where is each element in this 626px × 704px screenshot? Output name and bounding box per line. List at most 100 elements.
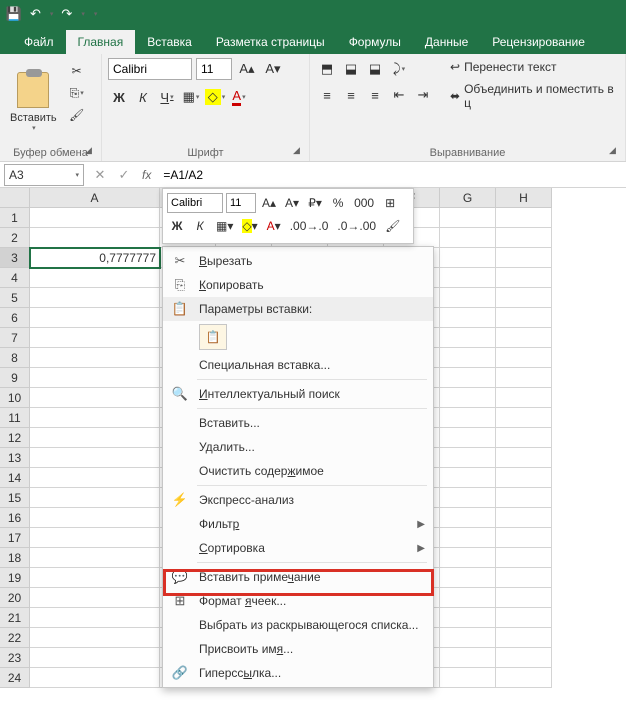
row-header-21[interactable]: 21: [0, 608, 30, 628]
align-top-icon[interactable]: ⬒: [316, 58, 338, 80]
wrap-text-button[interactable]: ↩Перенести текст: [446, 58, 619, 76]
cell-H14[interactable]: [496, 468, 552, 488]
cell-H7[interactable]: [496, 328, 552, 348]
save-icon[interactable]: 💾: [6, 6, 22, 22]
row-header-13[interactable]: 13: [0, 448, 30, 468]
accept-formula-icon[interactable]: ✓: [112, 164, 136, 186]
row-header-5[interactable]: 5: [0, 288, 30, 308]
row-header-7[interactable]: 7: [0, 328, 30, 348]
shrink-font-icon[interactable]: A▾: [262, 58, 284, 80]
row-header-15[interactable]: 15: [0, 488, 30, 508]
cell-G3[interactable]: [440, 248, 496, 268]
cell-A17[interactable]: [30, 528, 160, 548]
qat-customize[interactable]: ▾: [94, 10, 98, 18]
cm-clear[interactable]: Очистить содержимое: [163, 459, 433, 483]
cell-G4[interactable]: [440, 268, 496, 288]
cm-cut[interactable]: ✂ВВырезатьырезать: [163, 249, 433, 273]
row-header-12[interactable]: 12: [0, 428, 30, 448]
font-color-button[interactable]: A▾: [228, 86, 250, 108]
cell-H6[interactable]: [496, 308, 552, 328]
cell-G20[interactable]: [440, 588, 496, 608]
cell-H19[interactable]: [496, 568, 552, 588]
grow-font-icon[interactable]: A▴: [236, 58, 258, 80]
cell-A5[interactable]: [30, 288, 160, 308]
cell-A13[interactable]: [30, 448, 160, 468]
cell-G15[interactable]: [440, 488, 496, 508]
col-header-H[interactable]: H: [496, 188, 552, 208]
mt-inc-decimal-icon[interactable]: .0→.00: [334, 216, 379, 236]
cell-G16[interactable]: [440, 508, 496, 528]
cell-A16[interactable]: [30, 508, 160, 528]
cell-H22[interactable]: [496, 628, 552, 648]
align-right-icon[interactable]: ≡: [364, 84, 386, 106]
row-header-1[interactable]: 1: [0, 208, 30, 228]
row-header-9[interactable]: 9: [0, 368, 30, 388]
cell-A7[interactable]: [30, 328, 160, 348]
cell-G18[interactable]: [440, 548, 496, 568]
cm-sort[interactable]: Сортировка▶: [163, 536, 433, 560]
cell-A9[interactable]: [30, 368, 160, 388]
alignment-launcher[interactable]: ◢: [609, 145, 623, 159]
paste-dropdown[interactable]: ▾: [32, 124, 36, 132]
cell-H23[interactable]: [496, 648, 552, 668]
cell-G24[interactable]: [440, 668, 496, 688]
cell-G19[interactable]: [440, 568, 496, 588]
row-header-16[interactable]: 16: [0, 508, 30, 528]
row-header-14[interactable]: 14: [0, 468, 30, 488]
mt-bold[interactable]: Ж: [167, 216, 187, 236]
format-painter-icon[interactable]: 🖌: [67, 106, 87, 124]
row-header-4[interactable]: 4: [0, 268, 30, 288]
mt-format-painter-icon[interactable]: 🖌: [382, 216, 403, 236]
cell-A15[interactable]: [30, 488, 160, 508]
align-middle-icon[interactable]: ⬓: [340, 58, 362, 80]
mt-border-icon[interactable]: ▦▾: [213, 216, 236, 236]
mt-italic[interactable]: К: [190, 216, 210, 236]
merge-button[interactable]: ⬌Объединить и поместить в ц: [446, 80, 619, 112]
font-name-select[interactable]: [108, 58, 192, 80]
cell-A8[interactable]: [30, 348, 160, 368]
orientation-icon[interactable]: ⤸▾: [388, 58, 410, 80]
formula-input[interactable]: [157, 164, 626, 186]
mt-percent-icon[interactable]: %: [328, 193, 348, 213]
cell-A14[interactable]: [30, 468, 160, 488]
cell-G10[interactable]: [440, 388, 496, 408]
cell-A24[interactable]: [30, 668, 160, 688]
cm-insert[interactable]: Вставить...: [163, 411, 433, 435]
undo-icon[interactable]: ↶: [30, 6, 41, 22]
tab-home[interactable]: Главная: [66, 30, 136, 54]
mt-font-color-icon[interactable]: A▾: [264, 216, 284, 236]
cell-H2[interactable]: [496, 228, 552, 248]
cell-A6[interactable]: [30, 308, 160, 328]
cm-insert-comment[interactable]: 💬Вставить примечание: [163, 565, 433, 589]
mt-dec-decimal-icon[interactable]: .00→.0: [287, 216, 332, 236]
mt-accounting-icon[interactable]: ₽▾: [305, 193, 325, 213]
cell-G5[interactable]: [440, 288, 496, 308]
cell-G7[interactable]: [440, 328, 496, 348]
italic-button[interactable]: К: [132, 86, 154, 108]
mt-format-icon[interactable]: ⊞: [380, 193, 400, 213]
row-header-17[interactable]: 17: [0, 528, 30, 548]
undo-dropdown[interactable]: ▾: [50, 10, 54, 18]
bold-button[interactable]: Ж: [108, 86, 130, 108]
cut-icon[interactable]: ✂: [67, 62, 87, 80]
mt-fill-icon[interactable]: ◇▾: [239, 216, 260, 236]
name-box-dropdown[interactable]: ▾: [75, 171, 79, 179]
clipboard-launcher[interactable]: ◢: [85, 145, 99, 159]
cell-A21[interactable]: [30, 608, 160, 628]
row-header-22[interactable]: 22: [0, 628, 30, 648]
font-size-select[interactable]: [196, 58, 232, 80]
cell-H4[interactable]: [496, 268, 552, 288]
cell-G11[interactable]: [440, 408, 496, 428]
row-header-8[interactable]: 8: [0, 348, 30, 368]
fx-icon[interactable]: fx: [136, 168, 157, 182]
select-all-corner[interactable]: [0, 188, 30, 208]
tab-file[interactable]: Файл: [12, 30, 66, 54]
redo-icon[interactable]: ↷: [61, 6, 72, 22]
cell-G9[interactable]: [440, 368, 496, 388]
tab-review[interactable]: Рецензирование: [480, 30, 597, 54]
mt-comma-icon[interactable]: 000: [351, 193, 377, 213]
fill-color-button[interactable]: ◇▾: [204, 86, 226, 108]
cell-H17[interactable]: [496, 528, 552, 548]
cell-H11[interactable]: [496, 408, 552, 428]
cm-paste-special[interactable]: Специальная вставка...: [163, 353, 433, 377]
